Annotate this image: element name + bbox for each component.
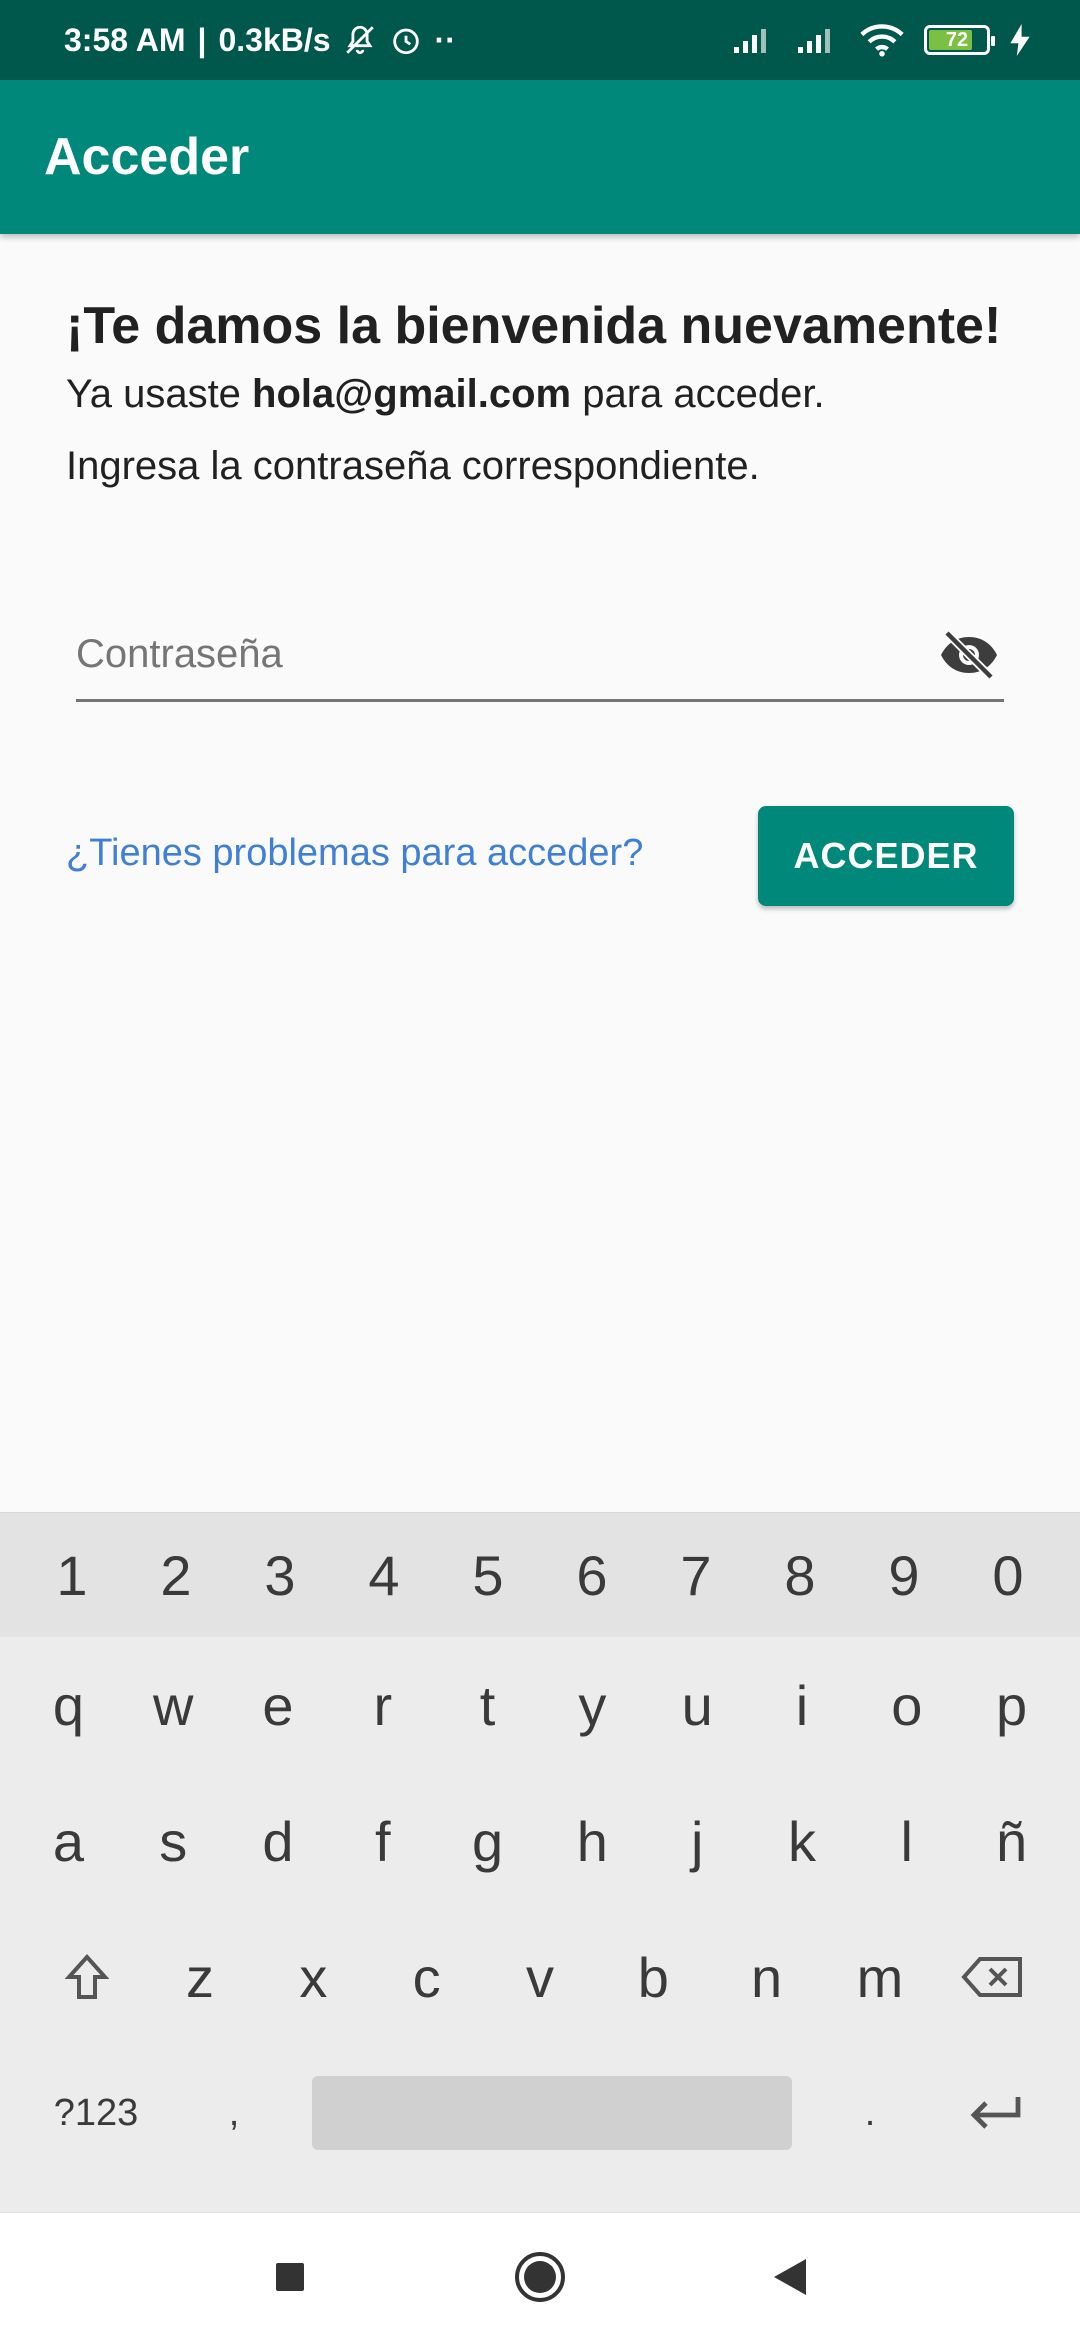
password-input[interactable] xyxy=(76,632,876,677)
soft-keyboard: 1 2 3 4 5 6 7 8 9 0 q w e r t y u i o p … xyxy=(0,1512,1080,2212)
instruction-text: Ingresa la contraseña correspondiente. xyxy=(66,444,760,488)
key-p[interactable]: p xyxy=(964,1650,1060,1760)
key-m[interactable]: m xyxy=(832,1922,928,2032)
alarm-clock-icon xyxy=(389,23,423,57)
backspace-icon[interactable] xyxy=(945,1922,1041,2032)
key-b[interactable]: b xyxy=(605,1922,701,2032)
key-l[interactable]: l xyxy=(859,1786,955,1896)
key-w[interactable]: w xyxy=(125,1650,221,1760)
enter-arrow-icon[interactable] xyxy=(948,2058,1044,2168)
password-field xyxy=(76,610,1004,702)
battery-level: 72 xyxy=(945,28,969,51)
key-e[interactable]: e xyxy=(230,1650,326,1760)
signal-icon-2 xyxy=(796,25,840,55)
wifi-icon xyxy=(860,23,904,57)
key-9[interactable]: 9 xyxy=(856,1520,952,1630)
key-2[interactable]: 2 xyxy=(128,1520,224,1630)
network-speed: 0.3kB/s xyxy=(218,21,331,58)
charging-bolt-icon xyxy=(1010,24,1030,56)
comma-key[interactable]: , xyxy=(174,2058,294,2168)
used-prefix: Ya usaste xyxy=(66,372,241,416)
key-c[interactable]: c xyxy=(379,1922,475,2032)
key-6[interactable]: 6 xyxy=(544,1520,640,1630)
back-triangle-icon[interactable] xyxy=(760,2247,820,2307)
status-separator: | xyxy=(197,21,207,58)
key-0[interactable]: 0 xyxy=(960,1520,1056,1630)
keyboard-row-2: a s d f g h j k l ñ xyxy=(0,1773,1080,1909)
muted-bell-icon xyxy=(343,23,377,57)
key-k[interactable]: k xyxy=(754,1786,850,1896)
key-v[interactable]: v xyxy=(492,1922,588,2032)
key-n[interactable]: n xyxy=(719,1922,815,2032)
key-8[interactable]: 8 xyxy=(752,1520,848,1630)
app-bar: Acceder xyxy=(0,80,1080,234)
login-screen: 3:58 AM | 0.3kB/s ·· 72 Acceder ¡Te damo… xyxy=(0,0,1080,2340)
system-nav-bar xyxy=(0,2212,1080,2340)
keyboard-number-row: 1 2 3 4 5 6 7 8 9 0 xyxy=(0,1513,1080,1637)
period-key[interactable]: . xyxy=(810,2058,930,2168)
symbols-key[interactable]: ?123 xyxy=(36,2058,156,2168)
key-f[interactable]: f xyxy=(335,1786,431,1896)
status-bar: 3:58 AM | 0.3kB/s ·· 72 xyxy=(0,0,1080,80)
key-enye[interactable]: ñ xyxy=(964,1786,1060,1896)
key-j[interactable]: j xyxy=(649,1786,745,1896)
key-r[interactable]: r xyxy=(335,1650,431,1760)
key-a[interactable]: a xyxy=(20,1786,116,1896)
key-5[interactable]: 5 xyxy=(440,1520,536,1630)
used-email-line: Ya usaste hola@gmail.com para acceder. xyxy=(66,366,1026,422)
status-left: 3:58 AM | 0.3kB/s ·· xyxy=(64,22,456,59)
status-time: 3:58 AM xyxy=(64,21,186,58)
signal-icon xyxy=(732,25,776,55)
key-d[interactable]: d xyxy=(230,1786,326,1896)
status-right: 72 xyxy=(732,23,1030,57)
key-s[interactable]: s xyxy=(125,1786,221,1896)
shift-key-arrow-up-icon[interactable] xyxy=(39,1922,135,2032)
recents-square-icon[interactable] xyxy=(260,2247,320,2307)
welcome-section: ¡Te damos la bienvenida nuevamente! Ya u… xyxy=(66,290,1026,494)
key-q[interactable]: q xyxy=(20,1650,116,1760)
key-o[interactable]: o xyxy=(859,1650,955,1760)
keyboard-row-1: q w e r t y u i o p xyxy=(0,1637,1080,1773)
key-3[interactable]: 3 xyxy=(232,1520,328,1630)
app-bar-title: Acceder xyxy=(44,128,250,186)
key-h[interactable]: h xyxy=(544,1786,640,1896)
key-y[interactable]: y xyxy=(544,1650,640,1760)
user-email: hola@gmail.com xyxy=(252,372,572,416)
status-more-dots: ·· xyxy=(434,21,456,58)
welcome-heading: ¡Te damos la bienvenida nuevamente! xyxy=(66,297,1002,355)
keyboard-row-3: z x c v b n m xyxy=(0,1909,1080,2045)
keyboard-row-4: ?123 , . xyxy=(0,2045,1080,2181)
key-g[interactable]: g xyxy=(440,1786,536,1896)
key-i[interactable]: i xyxy=(754,1650,850,1760)
acceder-button[interactable]: ACCEDER xyxy=(758,806,1014,906)
key-4[interactable]: 4 xyxy=(336,1520,432,1630)
key-z[interactable]: z xyxy=(152,1922,248,2032)
key-x[interactable]: x xyxy=(265,1922,361,2032)
home-circle-icon[interactable] xyxy=(510,2247,570,2307)
key-1[interactable]: 1 xyxy=(24,1520,120,1630)
key-7[interactable]: 7 xyxy=(648,1520,744,1630)
used-suffix: para acceder. xyxy=(582,372,825,416)
visibility-off-icon[interactable] xyxy=(934,620,1004,690)
battery-icon: 72 xyxy=(924,25,995,55)
key-t[interactable]: t xyxy=(440,1650,536,1760)
trouble-signing-in-link[interactable]: ¿Tienes problemas para acceder? xyxy=(66,832,643,875)
key-u[interactable]: u xyxy=(649,1650,745,1760)
space-bar[interactable] xyxy=(312,2076,792,2150)
